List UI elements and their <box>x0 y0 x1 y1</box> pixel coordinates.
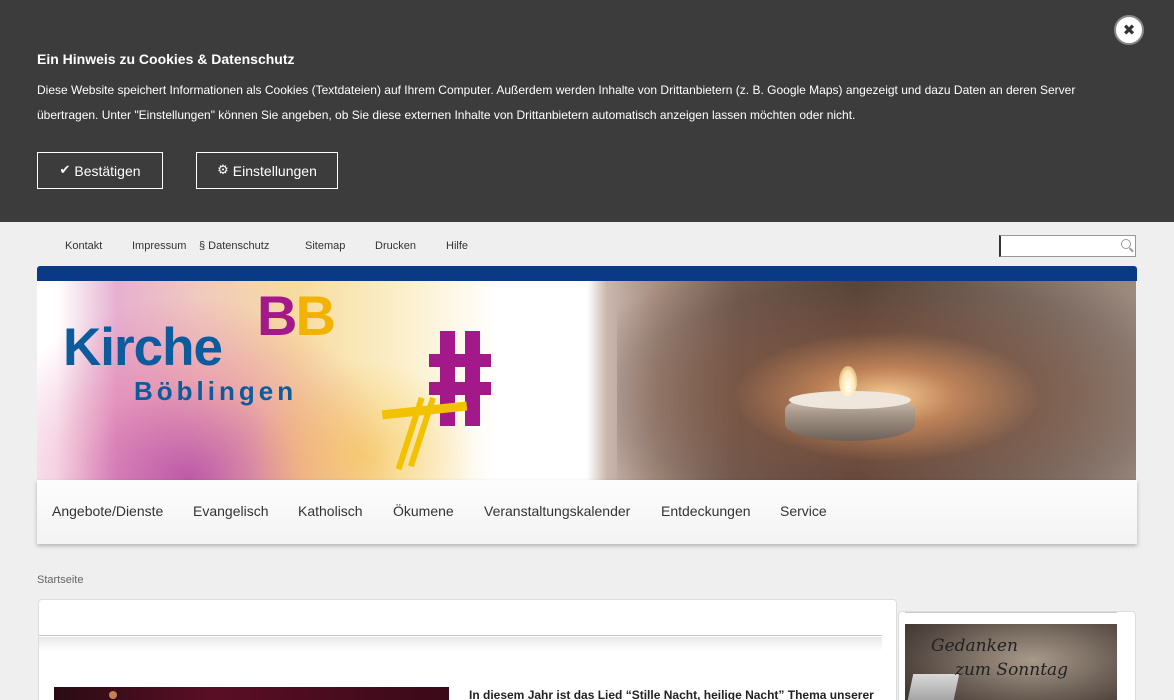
main-navigation: Angebote/Dienste Evangelisch Katholisch … <box>37 480 1137 544</box>
cookie-banner: ✖ Ein Hinweis zu Cookies & Datenschutz D… <box>0 0 1174 222</box>
nav-service[interactable]: Service <box>780 503 827 519</box>
article-image[interactable] <box>54 687 449 700</box>
link-hilfe[interactable]: Hilfe <box>446 240 468 252</box>
search-box <box>999 235 1136 257</box>
settings-label: Einstellungen <box>232 162 317 179</box>
nav-veranstaltungskalender[interactable]: Veranstaltungskalender <box>484 503 630 519</box>
sidebar-box: Gedanken zum Sonntag <box>898 611 1136 700</box>
book-image <box>905 674 960 700</box>
cookie-text: Diese Website speichert Informationen al… <box>37 83 1076 122</box>
link-impressum[interactable]: Impressum <box>132 240 186 252</box>
check-icon: ✔ <box>59 163 71 178</box>
nav-oekumene[interactable]: Ökumene <box>393 503 454 519</box>
link-datenschutz[interactable]: § Datenschutz <box>199 240 269 252</box>
nav-katholisch[interactable]: Katholisch <box>298 503 363 519</box>
nav-entdeckungen[interactable]: Entdeckungen <box>661 503 751 519</box>
search-icon[interactable] <box>1121 239 1131 249</box>
breadcrumb[interactable]: Startseite <box>37 574 83 586</box>
cookie-title: Ein Hinweis zu Cookies & Datenschutz <box>37 51 295 67</box>
cross-icon <box>381 331 491 471</box>
main-content: In diesem Jahr ist das Lied “Stille Nach… <box>38 599 897 700</box>
link-drucken[interactable]: Drucken <box>375 240 416 252</box>
confirm-button[interactable]: ✔ Bestätigen <box>37 152 163 189</box>
header-accent-bar <box>37 266 1137 281</box>
hands-candle-image <box>617 281 1136 480</box>
image-caption-line2: zum Sonntag <box>955 660 1069 680</box>
settings-button[interactable]: ⚙ Einstellungen <box>196 152 338 189</box>
nav-evangelisch[interactable]: Evangelisch <box>193 503 269 519</box>
logo-city: Böblingen <box>134 376 298 406</box>
gear-icon: ⚙ <box>217 163 229 178</box>
search-input[interactable] <box>1001 236 1113 256</box>
logo-kirche[interactable]: Kirche <box>63 317 223 378</box>
link-sitemap[interactable]: Sitemap <box>305 240 345 252</box>
confirm-label: Bestätigen <box>74 162 141 179</box>
header-banner: BB Kirche Böblingen <box>37 281 1136 480</box>
sunday-thoughts-image[interactable]: Gedanken zum Sonntag <box>905 624 1117 700</box>
nav-angebote[interactable]: Angebote/Dienste <box>52 503 163 519</box>
logo-bb[interactable]: BB <box>257 283 336 348</box>
close-icon[interactable]: ✖ <box>1114 15 1144 45</box>
article-teaser: In diesem Jahr ist das Lied “Stille Nach… <box>469 688 874 700</box>
link-kontakt[interactable]: Kontakt <box>65 240 102 252</box>
flame <box>839 366 857 396</box>
image-caption-line1: Gedanken <box>931 636 1018 656</box>
